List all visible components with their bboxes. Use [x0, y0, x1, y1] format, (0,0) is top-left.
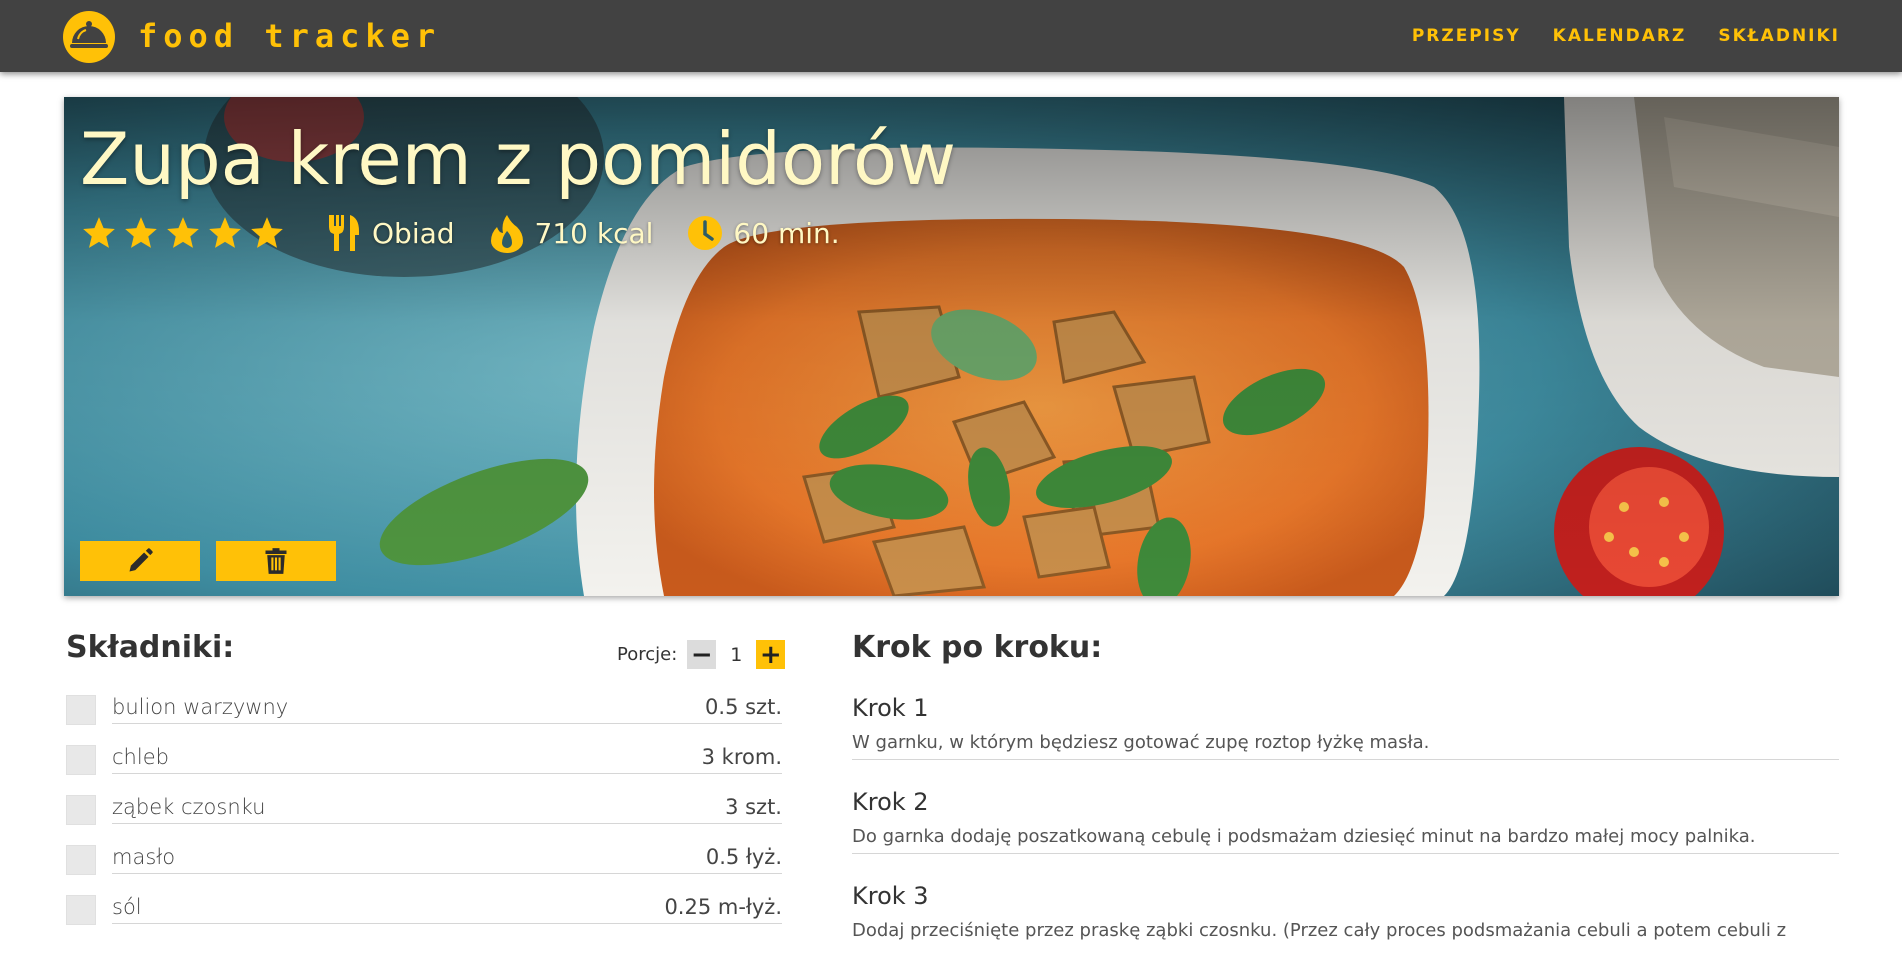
- pencil-icon: [129, 548, 153, 572]
- fork-knife-icon: [329, 215, 359, 251]
- step-text: W garnku, w którym będziesz gotować zupę…: [852, 728, 1839, 760]
- ingredient-name: chleb: [112, 745, 169, 769]
- time-label: 60 min.: [733, 216, 840, 250]
- ingredient-row: bulion warzywny 0.5 szt.: [66, 692, 782, 742]
- brand-name[interactable]: food tracker: [138, 17, 441, 55]
- step-item: Krok 1 W garnku, w którym będziesz gotow…: [852, 692, 1839, 786]
- step-label: Krok 2: [852, 788, 929, 816]
- portions-stepper: Porcje: − 1 +: [617, 640, 786, 669]
- portions-increase-button[interactable]: +: [756, 640, 786, 669]
- ingredients-title: Składniki:: [66, 630, 235, 665]
- steps-list: Krok 1 W garnku, w którym będziesz gotow…: [852, 692, 1839, 974]
- recipe-category: Obiad: [326, 213, 455, 253]
- nav-link-kalendarz[interactable]: KALENDARZ: [1553, 26, 1687, 46]
- ingredient-quantity: 0.5 szt.: [705, 695, 782, 719]
- rating-stars: [80, 214, 286, 252]
- nav-links: PRZEPISY KALENDARZ SKŁADNIKI: [1412, 26, 1840, 46]
- step-text: Dodaj przeciśnięte przez praskę ząbki cz…: [852, 920, 1787, 941]
- ingredient-checkbox[interactable]: [66, 695, 96, 725]
- star-icon: [251, 217, 283, 248]
- step-item: Krok 3 Dodaj przeciśnięte przez praskę z…: [852, 880, 1839, 974]
- ingredient-name: masło: [112, 845, 176, 869]
- step-label: Krok 3: [852, 882, 929, 910]
- ingredient-row: masło 0.5 łyż.: [66, 842, 782, 892]
- star-icon: [209, 217, 241, 248]
- ingredient-checkbox[interactable]: [66, 745, 96, 775]
- ingredient-row: chleb 3 krom.: [66, 742, 782, 792]
- ingredient-name: bulion warzywny: [112, 695, 289, 719]
- ingredient-checkbox[interactable]: [66, 795, 96, 825]
- nav-link-skladniki[interactable]: SKŁADNIKI: [1718, 26, 1840, 46]
- clock-icon: [688, 216, 723, 250]
- ingredient-row: sól 0.25 m-łyż.: [66, 892, 782, 942]
- recipe-hero: Zupa krem z pomidorów Obiad 710 kcal 60 …: [64, 97, 1839, 596]
- recipe-title: Zupa krem z pomidorów: [80, 117, 956, 201]
- star-icon: [125, 217, 157, 248]
- recipe-time: 60 min.: [687, 213, 840, 253]
- portions-value: 1: [730, 643, 743, 666]
- delete-button[interactable]: [216, 541, 336, 581]
- navbar: food tracker PRZEPISY KALENDARZ SKŁADNIK…: [0, 0, 1902, 72]
- ingredient-checkbox[interactable]: [66, 895, 96, 925]
- calories-label: 710 kcal: [534, 216, 654, 250]
- edit-button[interactable]: [80, 541, 200, 581]
- cloche-icon[interactable]: [62, 10, 116, 64]
- ingredient-checkbox[interactable]: [66, 845, 96, 875]
- steps-title: Krok po kroku:: [852, 630, 1103, 665]
- step-label: Krok 1: [852, 694, 929, 722]
- portions-decrease-button[interactable]: −: [687, 640, 717, 669]
- ingredient-row: ząbek czosnku 3 szt.: [66, 792, 782, 842]
- divider: [112, 842, 782, 874]
- recipe-calories: 710 kcal: [489, 213, 654, 253]
- ingredient-quantity: 3 krom.: [701, 745, 782, 769]
- ingredient-quantity: 3 szt.: [725, 795, 782, 819]
- ingredient-name: sól: [112, 895, 142, 919]
- ingredient-list: bulion warzywny 0.5 szt. chleb 3 krom. z…: [66, 692, 782, 942]
- star-icon: [83, 217, 115, 248]
- category-label: Obiad: [372, 216, 455, 250]
- star-icon: [167, 217, 199, 248]
- nav-link-przepisy[interactable]: PRZEPISY: [1412, 26, 1521, 46]
- step-item: Krok 2 Do garnka dodaję poszatkowaną ceb…: [852, 786, 1839, 880]
- recipe-meta: Obiad 710 kcal 60 min.: [80, 211, 874, 255]
- step-text: Do garnka dodaję poszatkowaną cebulę i p…: [852, 822, 1839, 854]
- divider: [112, 742, 782, 774]
- ingredient-quantity: 0.25 m-łyż.: [664, 895, 782, 919]
- ingredient-quantity: 0.5 łyż.: [705, 845, 782, 869]
- portions-label: Porcje:: [617, 644, 678, 665]
- trash-icon: [265, 548, 287, 574]
- ingredient-name: ząbek czosnku: [112, 795, 266, 819]
- flame-icon: [490, 215, 523, 253]
